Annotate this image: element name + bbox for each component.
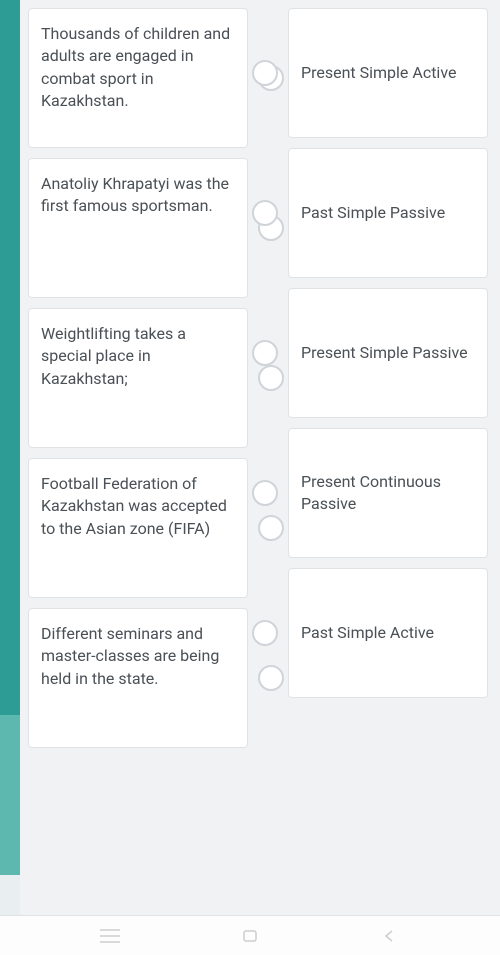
match-connector-icon[interactable]: [252, 480, 278, 506]
back-icon[interactable]: [380, 929, 400, 943]
match-connector-icon[interactable]: [258, 665, 284, 691]
answer-card[interactable]: Present Simple Active: [288, 8, 488, 138]
nav-bar: [0, 915, 500, 955]
sentence-text: Weightlifting takes a special place in K…: [41, 324, 186, 388]
right-column: Present Simple Active Past Simple Passiv…: [288, 8, 488, 907]
match-connector-icon[interactable]: [258, 365, 284, 391]
sentence-card[interactable]: Football Federation of Kazakhstan was ac…: [28, 458, 248, 598]
sentence-card[interactable]: Anatoliy Khrapatyi was the first famous …: [28, 158, 248, 298]
sidebar-section: [0, 715, 20, 795]
answer-card[interactable]: Present Simple Passive: [288, 288, 488, 418]
match-row: Football Federation of Kazakhstan was ac…: [28, 458, 248, 598]
match-connector-icon[interactable]: [252, 340, 278, 366]
answer-card[interactable]: Past Simple Passive: [288, 148, 488, 278]
answer-text: Past Simple Passive: [301, 202, 445, 224]
answer-card[interactable]: Past Simple Active: [288, 568, 488, 698]
sidebar-section: [0, 795, 20, 875]
answer-text: Past Simple Active: [301, 622, 434, 644]
match-row: Past Simple Passive: [288, 148, 488, 278]
answer-text: Present Continuous Passive: [301, 471, 475, 516]
sentence-card[interactable]: Different seminars and master-classes ar…: [28, 608, 248, 748]
sidebar-section: [0, 875, 20, 915]
answer-card[interactable]: Present Continuous Passive: [288, 428, 488, 558]
match-connector-icon[interactable]: [252, 620, 278, 646]
match-connector-icon[interactable]: [252, 200, 278, 226]
content-area: Thousands of children and adults are eng…: [20, 0, 500, 915]
sentence-text: Different seminars and master-classes ar…: [41, 624, 219, 688]
match-row: Different seminars and master-classes ar…: [28, 608, 248, 748]
sentence-card[interactable]: Weightlifting takes a special place in K…: [28, 308, 248, 448]
match-connector-icon[interactable]: [252, 60, 278, 86]
sentence-text: Football Federation of Kazakhstan was ac…: [41, 474, 227, 538]
sidebar-section-active: [0, 0, 20, 715]
match-row: Anatoliy Khrapatyi was the first famous …: [28, 158, 248, 298]
match-connector-icon[interactable]: [258, 515, 284, 541]
match-row: Weightlifting takes a special place in K…: [28, 308, 248, 448]
answer-text: Present Simple Active: [301, 62, 456, 84]
match-row: Present Continuous Passive: [288, 428, 488, 558]
sentence-card[interactable]: Thousands of children and adults are eng…: [28, 8, 248, 148]
answer-text: Present Simple Passive: [301, 342, 468, 364]
sentence-text: Anatoliy Khrapatyi was the first famous …: [41, 174, 229, 215]
match-row: Present Simple Active: [288, 8, 488, 138]
sidebar: [0, 0, 20, 915]
sentence-text: Thousands of children and adults are eng…: [41, 24, 230, 110]
match-row: Past Simple Active: [288, 568, 488, 698]
menu-icon[interactable]: [100, 929, 120, 943]
main-container: Thousands of children and adults are eng…: [0, 0, 500, 915]
match-row: Thousands of children and adults are eng…: [28, 8, 248, 148]
left-column: Thousands of children and adults are eng…: [28, 8, 248, 907]
match-row: Present Simple Passive: [288, 288, 488, 418]
home-icon[interactable]: [240, 929, 260, 943]
